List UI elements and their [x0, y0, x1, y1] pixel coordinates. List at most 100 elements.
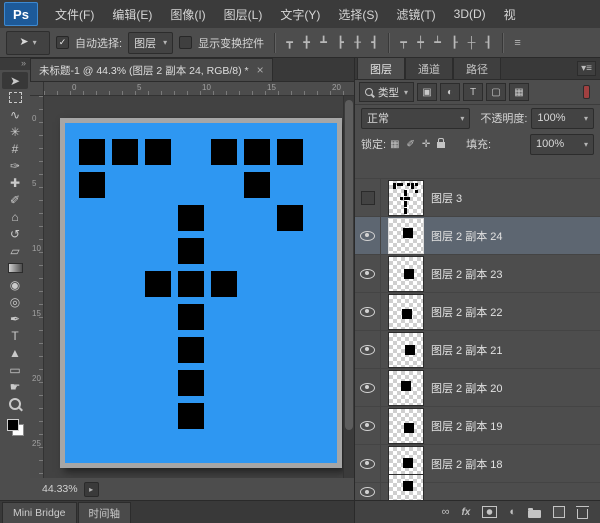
toolstrip-collapse-icon[interactable]: » — [0, 58, 30, 70]
menu-layer[interactable]: 图层(L) — [215, 0, 272, 28]
layer-thumbnail[interactable] — [388, 256, 424, 292]
brush-tool[interactable]: ✐ — [2, 191, 28, 208]
path-selection-tool[interactable]: ▲ — [2, 344, 28, 361]
vertical-scrollbar[interactable] — [343, 96, 354, 478]
distribute-vertical-centers-icon[interactable]: ┿ — [413, 36, 428, 49]
layer-visibility-toggle[interactable] — [355, 445, 381, 482]
tool-preset-picker[interactable]: ➤ ▾ — [6, 31, 50, 55]
foreground-color-swatch[interactable] — [7, 419, 19, 431]
filter-type-layers-icon[interactable]: T — [463, 83, 483, 101]
align-left-edges-icon[interactable]: ┣ — [333, 36, 348, 49]
menu-select[interactable]: 选择(S) — [329, 0, 387, 28]
panel-tab-layers[interactable]: 图层 — [357, 57, 405, 79]
layer-thumbnail[interactable] — [388, 218, 424, 254]
close-icon[interactable]: × — [257, 63, 264, 77]
layer-visibility-toggle[interactable] — [355, 179, 381, 216]
link-layers-icon[interactable]: ∞ — [442, 506, 450, 518]
menu-filter[interactable]: 滤镜(T) — [387, 0, 444, 28]
bottom-tab-timeline[interactable]: 时间轴 — [78, 502, 132, 523]
layer-visibility-toggle[interactable] — [355, 255, 381, 292]
filter-adjustment-layers-icon[interactable]: ◐ — [440, 83, 460, 101]
lasso-tool[interactable]: ∿ — [2, 106, 28, 123]
align-top-edges-icon[interactable]: ┳ — [282, 36, 297, 49]
layer-visibility-toggle[interactable] — [355, 217, 381, 254]
filter-type-dropdown[interactable]: 类型 ▾ — [359, 82, 414, 102]
dodge-tool[interactable]: ◎ — [2, 293, 28, 310]
quick-selection-tool[interactable]: ✳ — [2, 123, 28, 140]
shape-tool[interactable]: ▭ — [2, 361, 28, 378]
new-group-icon[interactable] — [528, 507, 541, 518]
rectangular-marquee-tool[interactable] — [2, 89, 28, 106]
blend-mode-dropdown[interactable]: 正常 ▾ — [361, 108, 470, 129]
layer-thumbnail[interactable] — [388, 180, 424, 216]
layer-thumbnail[interactable] — [388, 474, 424, 501]
zoom-tool[interactable] — [2, 395, 28, 412]
hand-tool[interactable]: ☛ — [2, 378, 28, 395]
layer-visibility-toggle[interactable] — [355, 293, 381, 330]
new-adjustment-layer-icon[interactable]: ◐ — [509, 506, 516, 518]
auto-select-checkbox[interactable]: ✓ — [56, 36, 69, 49]
eyedropper-tool[interactable]: ✑ — [2, 157, 28, 174]
move-tool[interactable]: ➤ — [2, 72, 28, 89]
menu-file[interactable]: 文件(F) — [46, 0, 103, 28]
layer-thumbnail[interactable] — [388, 332, 424, 368]
scrollbar-thumb[interactable] — [345, 100, 353, 430]
lock-position-icon[interactable]: ✛ — [422, 139, 430, 150]
filter-pixel-layers-icon[interactable]: ▣ — [417, 83, 437, 101]
bottom-tab-mini-bridge[interactable]: Mini Bridge — [2, 502, 77, 523]
distribute-top-edges-icon[interactable]: ┯ — [396, 36, 411, 49]
history-brush-tool[interactable]: ↺ — [2, 225, 28, 242]
layer-row[interactable]: 图层 2 副本 22 — [355, 293, 600, 331]
filter-shape-layers-icon[interactable]: ▢ — [486, 83, 506, 101]
vertical-ruler[interactable]: 0510152025 — [30, 96, 44, 478]
menu-type[interactable]: 文字(Y) — [271, 0, 329, 28]
layer-style-icon[interactable]: fx — [461, 507, 470, 518]
document-tab[interactable]: 未标题-1 @ 44.3% (图层 2 副本 24, RGB/8) * × — [30, 58, 273, 81]
lock-image-pixels-icon[interactable]: ✐ — [407, 139, 415, 150]
filter-smart-objects-icon[interactable]: ▦ — [509, 83, 529, 101]
new-layer-icon[interactable] — [553, 506, 565, 518]
gradient-tool[interactable] — [2, 259, 28, 276]
healing-brush-tool[interactable]: ✚ — [2, 174, 28, 191]
layer-row[interactable]: 图层 2 副本 19 — [355, 407, 600, 445]
opacity-dropdown[interactable]: 100% ▾ — [531, 108, 594, 129]
canvas-document[interactable] — [60, 118, 342, 468]
layer-row[interactable]: 图层 2 副本 23 — [355, 255, 600, 293]
align-bottom-edges-icon[interactable]: ┻ — [316, 36, 331, 49]
menu-view[interactable]: 视 — [495, 0, 525, 28]
layer-row[interactable]: 图层 2 副本 20 — [355, 369, 600, 407]
zoom-level[interactable]: 44.33% — [42, 483, 78, 495]
panel-tab-paths[interactable]: 路径 — [453, 57, 501, 79]
status-info-icon[interactable]: ▸ — [84, 482, 99, 497]
fill-dropdown[interactable]: 100% ▾ — [530, 134, 594, 155]
type-tool[interactable]: T — [2, 327, 28, 344]
distribute-horizontal-centers-icon[interactable]: ┼ — [464, 37, 479, 49]
clone-stamp-tool[interactable]: ⌂ — [2, 208, 28, 225]
align-right-edges-icon[interactable]: ┫ — [367, 36, 382, 49]
layer-visibility-toggle[interactable] — [355, 407, 381, 444]
eraser-tool[interactable]: ▱ — [2, 242, 28, 259]
crop-tool[interactable]: # — [2, 140, 28, 157]
panel-menu-icon[interactable]: ▾≡ — [577, 61, 596, 76]
color-swatches[interactable] — [7, 419, 24, 436]
layer-row[interactable] — [355, 483, 600, 500]
panel-tab-channels[interactable]: 通道 — [405, 57, 453, 79]
align-vertical-centers-icon[interactable]: ╋ — [299, 36, 314, 49]
distribute-right-edges-icon[interactable]: ┨ — [481, 36, 496, 49]
menu-image[interactable]: 图像(I) — [161, 0, 214, 28]
horizontal-ruler[interactable]: 05101520 — [44, 82, 354, 96]
layer-thumbnail[interactable] — [388, 294, 424, 330]
layer-thumbnail[interactable] — [388, 370, 424, 406]
distribute-left-edges-icon[interactable]: ┠ — [447, 36, 462, 49]
layer-thumbnail[interactable] — [388, 408, 424, 444]
layer-visibility-toggle[interactable] — [355, 483, 381, 500]
filter-toggle-icon[interactable] — [576, 83, 596, 101]
add-layer-mask-icon[interactable] — [482, 506, 497, 518]
show-transform-checkbox[interactable] — [179, 36, 192, 49]
menu-edit[interactable]: 编辑(E) — [103, 0, 161, 28]
blur-tool[interactable]: ◉ — [2, 276, 28, 293]
distribute-bottom-edges-icon[interactable]: ┷ — [430, 36, 445, 49]
layer-row[interactable]: 图层 3 — [355, 179, 600, 217]
align-horizontal-centers-icon[interactable]: ╂ — [350, 36, 365, 49]
layer-visibility-toggle[interactable] — [355, 369, 381, 406]
